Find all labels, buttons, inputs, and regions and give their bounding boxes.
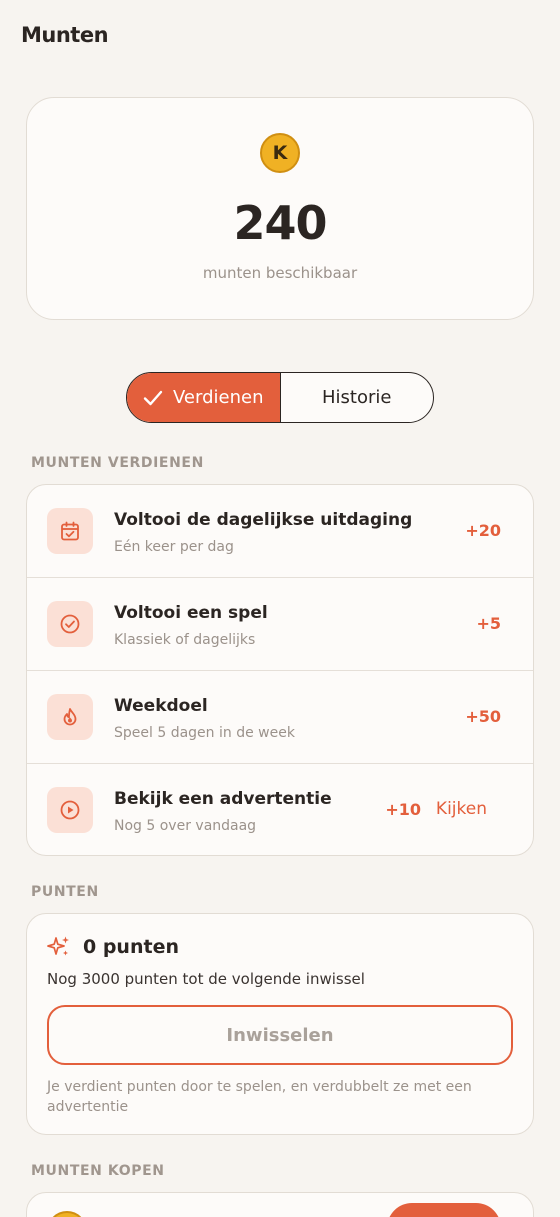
earn-item-subtitle: Klassiek of dagelijks	[114, 632, 256, 648]
earn-item-reward: +50	[465, 707, 501, 726]
earn-section-title: MUNTEN VERDIENEN	[31, 455, 204, 471]
earn-item-week-goal[interactable]: Weekdoel Speel 5 dagen in de week +50	[27, 671, 533, 764]
sparkles-icon	[47, 936, 69, 956]
calendar-check-icon	[47, 508, 93, 554]
tab-earn-label: Verdienen	[173, 387, 264, 408]
tab-switcher: Verdienen Historie	[126, 372, 434, 423]
points-total: 0 punten	[83, 936, 179, 958]
play-circle-icon	[47, 787, 93, 833]
points-progress-text: Nog 3000 punten tot de volgende inwissel	[47, 970, 365, 988]
tab-history[interactable]: Historie	[281, 373, 434, 422]
balance-label: munten beschikbaar	[202, 264, 358, 282]
points-card: 0 punten Nog 3000 punten tot de volgende…	[26, 913, 534, 1135]
earn-item-title: Bekijk een advertentie	[114, 789, 332, 809]
earn-item-title: Voltooi de dagelijkse uitdaging	[114, 510, 413, 530]
coin-icon: K	[260, 133, 300, 173]
earn-item-subtitle: Eén keer per dag	[114, 539, 234, 555]
earn-item-reward: +10	[385, 800, 421, 819]
coin-icon: K	[47, 1211, 87, 1217]
earn-item-complete-game[interactable]: Voltooi een spel Klassiek of dagelijks +…	[27, 578, 533, 671]
balance-card: K 240 munten beschikbaar	[26, 97, 534, 320]
buy-coins-card: K	[26, 1192, 534, 1217]
redeem-button[interactable]: Inwisselen	[47, 1005, 513, 1065]
check-circle-icon	[47, 601, 93, 647]
earn-item-reward: +5	[476, 614, 501, 633]
checkmark-icon	[143, 390, 163, 405]
watch-ad-button[interactable]: Kijken	[436, 799, 487, 819]
earn-item-subtitle: Nog 5 over vandaag	[114, 818, 257, 834]
points-note: Je verdient punten door te spelen, en ve…	[47, 1079, 472, 1115]
earn-list: Voltooi de dagelijkse uitdaging Eén keer…	[26, 484, 534, 856]
tab-history-label: Historie	[322, 387, 392, 408]
earn-item-title: Voltooi een spel	[114, 603, 268, 623]
earn-item-watch-ad: Bekijk een advertentie Nog 5 over vandaa…	[27, 764, 533, 855]
page-title: Munten	[21, 23, 109, 47]
earn-item-reward: +20	[465, 521, 501, 540]
earn-item-title: Weekdoel	[114, 696, 208, 716]
buy-section-title: MUNTEN KOPEN	[31, 1163, 165, 1179]
earn-item-daily-challenge[interactable]: Voltooi de dagelijkse uitdaging Eén keer…	[27, 485, 533, 578]
flame-icon	[47, 694, 93, 740]
points-section-title: PUNTEN	[31, 884, 99, 900]
earn-item-subtitle: Speel 5 dagen in de week	[114, 725, 295, 741]
buy-coins-button[interactable]	[387, 1203, 501, 1217]
coin-balance: 240	[233, 196, 327, 250]
tab-earn[interactable]: Verdienen	[127, 373, 281, 422]
